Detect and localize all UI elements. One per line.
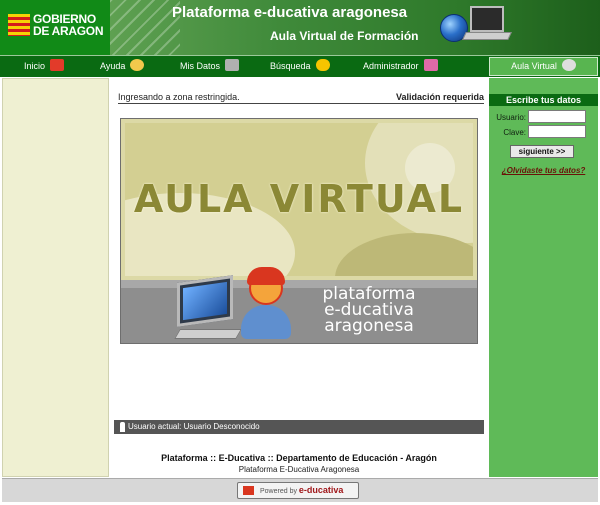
laptop-icon (470, 6, 504, 32)
forgot-credentials-link[interactable]: ¿Olvidaste tus datos? (489, 166, 598, 175)
computer-monitor-icon (177, 275, 233, 327)
site-header: GOBIERNO DE ARAGON Plataforma e-ducativa… (0, 0, 600, 55)
admin-icon (423, 59, 438, 71)
monitor-screen (183, 281, 227, 321)
page-title: Plataforma e-ducativa aragonesa (172, 4, 408, 21)
nav-item-aula-virtual[interactable]: Aula Virtual (489, 57, 598, 76)
password-input[interactable] (528, 125, 586, 138)
nav-item-label: Inicio (24, 61, 46, 71)
binoculars-icon (315, 59, 330, 71)
nav-item-administrador[interactable]: Administrador (363, 56, 438, 77)
nav-item-mis-datos[interactable]: Mis Datos (180, 56, 240, 77)
status-row: Ingresando a zona restringida. Validació… (118, 92, 484, 104)
header-decoration (110, 0, 180, 55)
banner-subtitle: plataforma e-ducativa aragonesa (289, 286, 449, 336)
left-sidebar (2, 78, 109, 477)
main-content: Ingresando a zona restringida. Validació… (110, 78, 488, 477)
laptop-base-icon (462, 32, 512, 40)
bottom-bar: Powered by e-ducativa (2, 478, 598, 502)
login-panel: Escribe tus datos Usuario: Clave: siguie… (489, 78, 598, 477)
aula-virtual-banner: AULA VIRTUAL plataforma e-ducativa arago… (120, 118, 478, 344)
logo-text: GOBIERNO DE ARAGON (33, 12, 104, 38)
home-icon (50, 59, 65, 71)
educativa-logo-icon (243, 486, 254, 495)
validation-required-label: Validación requerida (395, 92, 484, 102)
disc-icon (561, 59, 576, 71)
nav-item-busqueda[interactable]: Búsqueda (270, 56, 330, 77)
nav-item-label: Aula Virtual (511, 61, 557, 71)
banner-shape (335, 233, 473, 276)
password-label: Clave: (503, 128, 526, 137)
footer-title: Plataforma :: E-Ducativa :: Departamento… (161, 453, 437, 463)
username-input[interactable] (528, 110, 586, 123)
page-subtitle: Aula Virtual de Formación (270, 29, 419, 43)
banner-title: AULA VIRTUAL (133, 177, 465, 221)
nav-item-inicio[interactable]: Inicio (24, 56, 65, 77)
main-nav: Inicio Ayuda Mis Datos Búsqueda Administ… (0, 55, 600, 77)
nav-item-label: Búsqueda (270, 61, 311, 71)
username-label: Usuario: (496, 113, 526, 122)
status-message: Ingresando a zona restringida. (118, 92, 240, 102)
powered-by-button[interactable]: Powered by e-ducativa (237, 482, 359, 499)
login-heading: Escribe tus datos (489, 94, 598, 106)
keyboard-icon (174, 329, 242, 339)
banner-sub-line: aragonesa (324, 316, 414, 336)
powered-by-prefix: Powered by (260, 488, 297, 495)
tools-icon (225, 59, 240, 71)
nav-item-label: Mis Datos (180, 61, 221, 71)
footer-subtitle: Plataforma E-Ducativa Aragonesa (238, 465, 360, 474)
nav-item-ayuda[interactable]: Ayuda (100, 56, 145, 77)
person-hair-icon (247, 267, 285, 285)
nav-item-label: Administrador (363, 61, 419, 71)
submit-button[interactable]: siguiente >> (510, 145, 574, 158)
current-user-bar: Usuario actual: Usuario Desconocido (114, 420, 484, 434)
current-user-text: Usuario actual: Usuario Desconocido (128, 422, 260, 431)
gobierno-aragon-logo[interactable]: GOBIERNO DE ARAGON (0, 0, 110, 55)
user-icon (120, 422, 125, 432)
powered-by-brand: e-ducativa (298, 485, 344, 495)
banner-top: AULA VIRTUAL (121, 119, 477, 280)
nav-item-label: Ayuda (100, 61, 126, 71)
help-icon (130, 59, 145, 71)
aragon-flag-icon (8, 14, 30, 36)
